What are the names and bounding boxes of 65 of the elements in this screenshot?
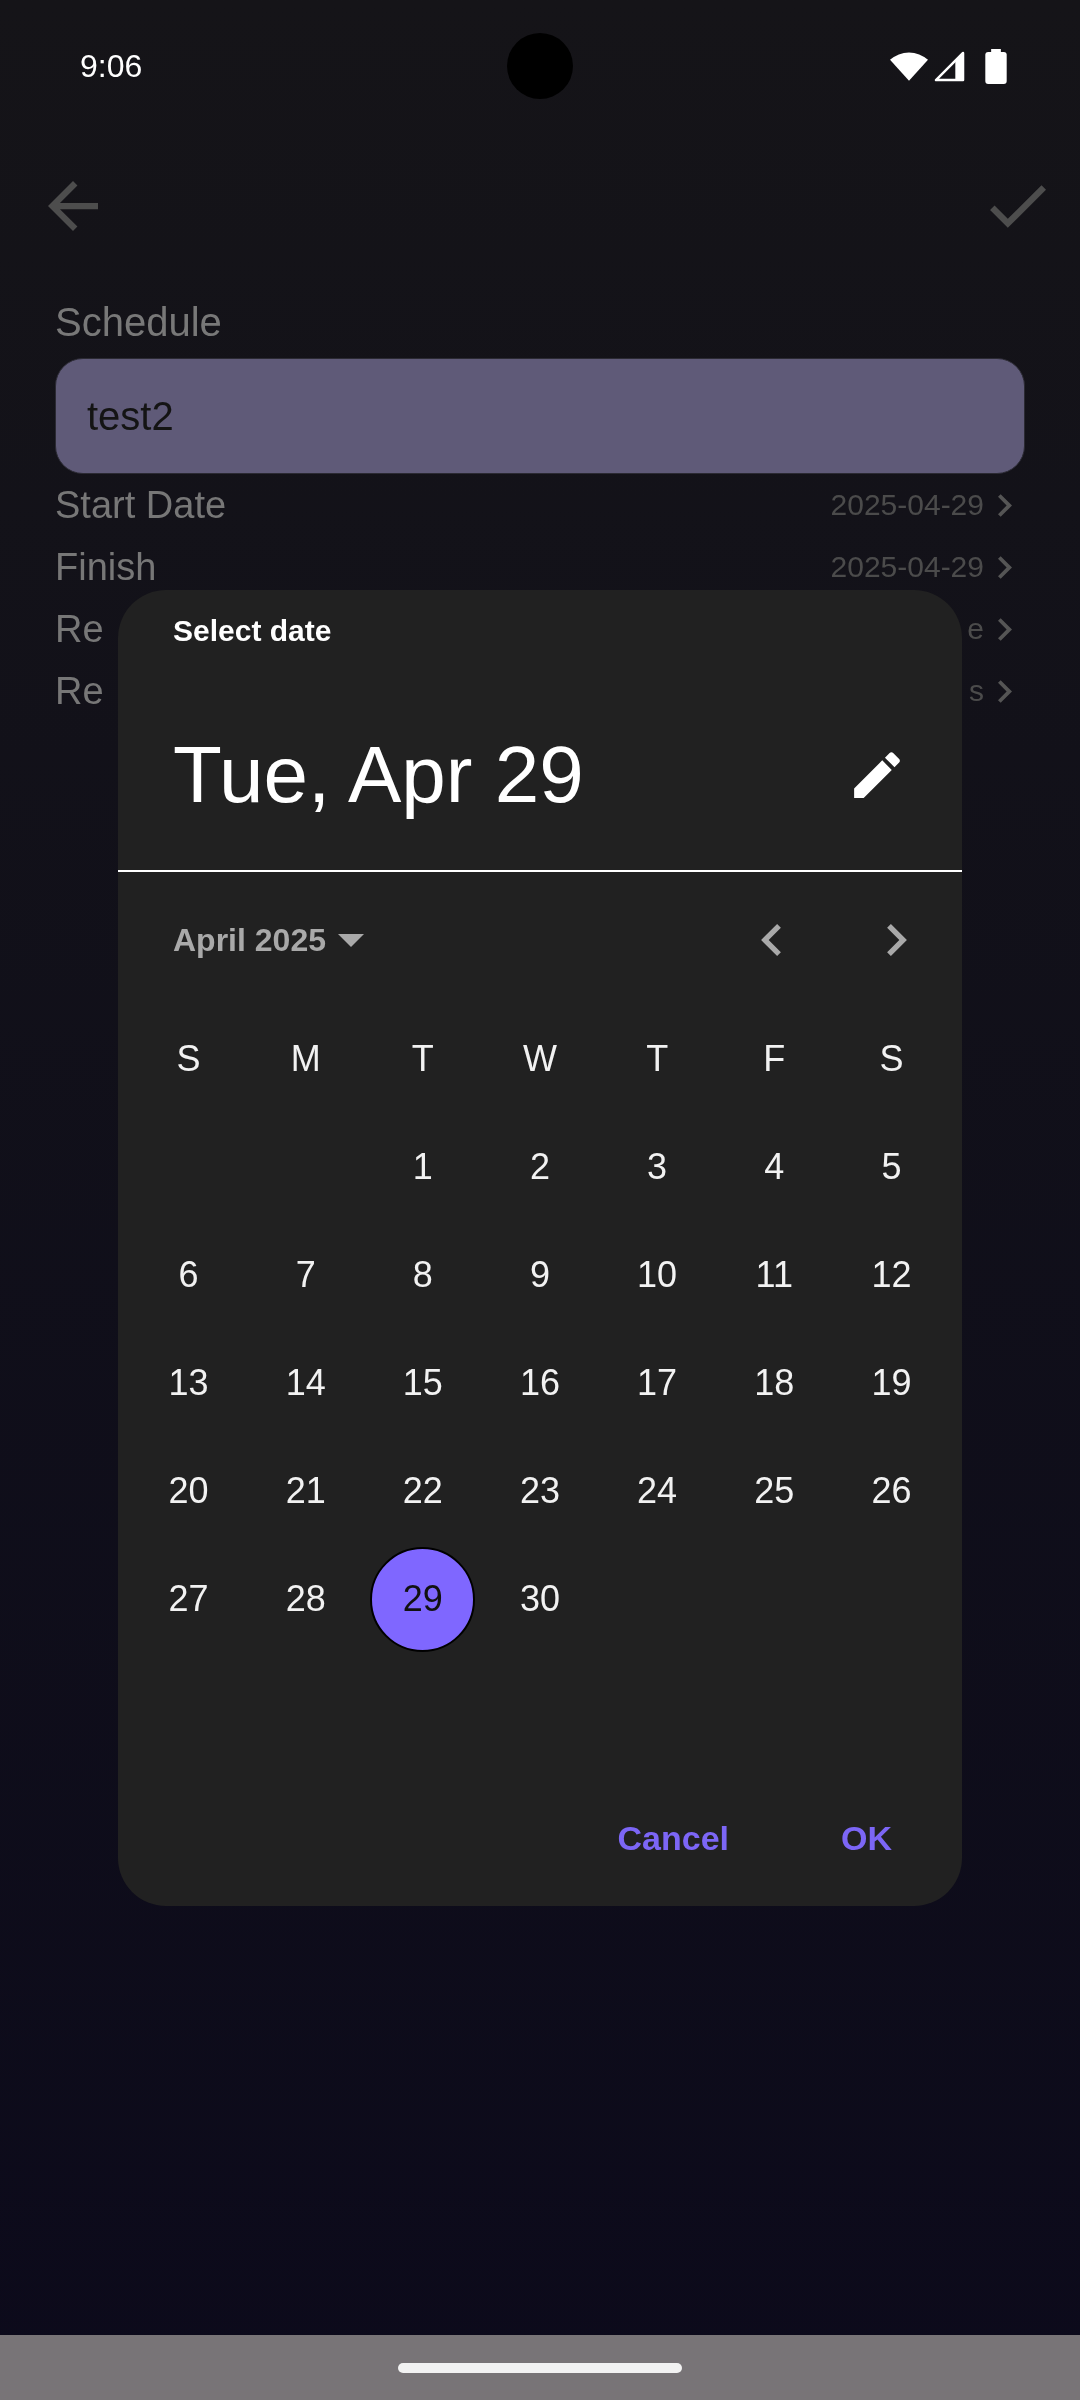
dropdown-triangle-icon	[337, 933, 364, 947]
signal-icon	[934, 50, 965, 82]
day-button[interactable]: 5	[838, 1114, 944, 1220]
chevron-right-icon	[998, 555, 1012, 579]
day-button[interactable]: 28	[253, 1546, 359, 1652]
dialog-action-button[interactable]: OK	[817, 1798, 916, 1878]
schedule-label: Schedule	[55, 299, 222, 346]
row-label: Re	[55, 607, 104, 651]
check-icon[interactable]	[990, 184, 1046, 228]
row-value: 2025-04-29	[830, 487, 984, 523]
day-button[interactable]: 12	[838, 1222, 944, 1328]
chevron-right-icon	[998, 617, 1012, 641]
weekday-label: S	[879, 1039, 904, 1079]
row-label: Finish	[55, 545, 157, 589]
day-button[interactable]: 2	[487, 1114, 593, 1220]
chevron-left-icon	[761, 924, 781, 956]
dialog-title: Select date	[173, 616, 332, 646]
day-button[interactable]: 22	[370, 1438, 476, 1544]
dialog-action-button[interactable]: Cancel	[593, 1798, 753, 1878]
day-button[interactable]: 20	[136, 1438, 242, 1544]
row-label: Start Date	[55, 483, 227, 527]
day-button[interactable]: 1	[370, 1114, 476, 1220]
row-label: Re	[55, 669, 104, 713]
day-button[interactable]: 29	[370, 1546, 476, 1652]
day-button[interactable]: 10	[604, 1222, 710, 1328]
weekday-label: M	[290, 1039, 321, 1079]
day-button[interactable]: 3	[604, 1114, 710, 1220]
day-button[interactable]: 25	[721, 1438, 827, 1544]
day-button[interactable]: 18	[721, 1330, 827, 1436]
weekday-label: F	[763, 1039, 786, 1079]
row-value: s	[969, 673, 984, 709]
day-button[interactable]: 6	[136, 1222, 242, 1328]
weekday-label: S	[176, 1039, 201, 1079]
day-button[interactable]: 16	[487, 1330, 593, 1436]
selected-date-heading: Tue, Apr 29	[173, 729, 584, 821]
day-button[interactable]: 13	[136, 1330, 242, 1436]
weekday-label: T	[411, 1039, 434, 1079]
day-button[interactable]: 11	[721, 1222, 827, 1328]
chevron-right-icon	[887, 924, 907, 956]
weekday-label: W	[523, 1039, 557, 1079]
day-button[interactable]: 7	[253, 1222, 359, 1328]
status-time: 9:06	[80, 50, 143, 82]
day-button[interactable]: 15	[370, 1330, 476, 1436]
day-button[interactable]: 4	[721, 1114, 827, 1220]
day-button[interactable]: 27	[136, 1546, 242, 1652]
day-button[interactable]: 24	[604, 1438, 710, 1544]
chevron-right-icon	[998, 679, 1012, 703]
month-year-dropdown[interactable]: April 2025	[173, 916, 364, 964]
row-value: 2025-04-29	[830, 549, 984, 585]
home-indicator[interactable]	[398, 2362, 682, 2373]
wifi-icon	[890, 51, 928, 81]
day-button[interactable]: 17	[604, 1330, 710, 1436]
weekday-label: T	[646, 1039, 669, 1079]
day-button[interactable]: 19	[838, 1330, 944, 1436]
row-value: e	[967, 611, 984, 647]
day-button[interactable]: 26	[838, 1438, 944, 1544]
chevron-right-icon	[998, 493, 1012, 517]
pencil-icon[interactable]	[854, 752, 900, 798]
day-button[interactable]: 9	[487, 1222, 593, 1328]
day-button[interactable]: 8	[370, 1222, 476, 1328]
day-button[interactable]: 30	[487, 1546, 593, 1652]
battery-icon	[985, 48, 1007, 84]
day-button[interactable]: 21	[253, 1438, 359, 1544]
day-button[interactable]: 14	[253, 1330, 359, 1436]
day-button[interactable]: 23	[487, 1438, 593, 1544]
